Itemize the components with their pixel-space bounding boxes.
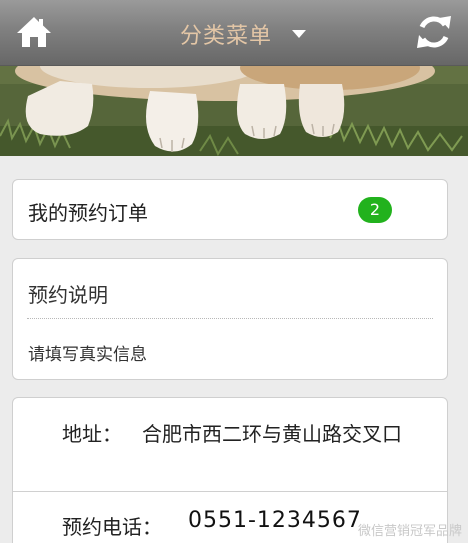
contact-divider [13, 491, 447, 492]
orders-count-badge: 2 [358, 197, 392, 223]
home-icon [17, 17, 51, 47]
notice-title: 预约说明 [28, 283, 108, 307]
address-value: 合肥市西二环与黄山路交叉口 [142, 422, 402, 446]
my-orders-label: 我的预约订单 [28, 201, 148, 225]
notice-text: 请填写真实信息 [28, 345, 147, 365]
notice-divider [27, 318, 433, 319]
home-button[interactable] [15, 14, 53, 50]
caret-down-icon[interactable] [292, 30, 306, 38]
appointment-notice-card: 预约说明 请填写真实信息 [12, 258, 448, 380]
refresh-icon [417, 16, 451, 48]
watermark-text: 微信营销冠军品牌 [357, 524, 462, 539]
app-page: 分类菜单 我的预约订单 2 预约说明 请填写真实信息 地址： 合肥市西二环与黄山… [0, 0, 468, 543]
page-title[interactable]: 分类菜单 [180, 18, 272, 50]
refresh-button[interactable] [414, 12, 454, 52]
phone-number[interactable]: 0551-1234567 [188, 508, 362, 533]
banner-image [0, 66, 468, 156]
top-bar: 分类菜单 [0, 0, 468, 66]
phone-label: 预约电话： [62, 515, 162, 539]
